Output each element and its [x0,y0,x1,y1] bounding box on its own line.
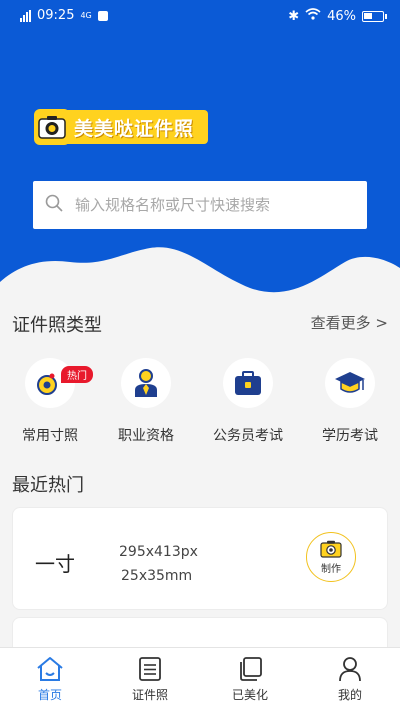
gallery-icon [240,657,262,681]
category-label: 公务员考试 [213,428,283,444]
status-bar: 09:25 4G ✱ 46% [0,0,400,32]
category-label: 学历考试 [322,428,378,444]
civil-service-icon [223,358,273,408]
tab-label: 证件照 [131,688,168,702]
category-civil-service[interactable]: 公务员考试 [198,356,298,445]
user-icon [339,657,361,682]
professional-icon [121,358,171,408]
spec-pixels: 295x413px [119,544,198,560]
view-more-link[interactable]: 查看更多 > [311,312,388,333]
home-icon [37,657,63,681]
category-professional[interactable]: 职业资格 [96,356,196,445]
category-label: 职业资格 [118,428,174,444]
recent-title: 最近热门 [12,475,84,496]
wifi-icon [305,8,321,24]
spec-mm: 25x35mm [121,568,193,584]
category-grid: 热门 常用寸照 职业资格 公务员考试 学历考试 [0,356,400,448]
battery-level [364,12,372,19]
status-time: 09:25 [37,8,75,23]
tab-label: 已美化 [231,688,268,702]
search-input[interactable] [75,196,335,214]
camera-icon [34,109,70,145]
tab-mine[interactable]: 我的 [300,648,400,711]
document-icon [139,657,161,681]
categories-title: 证件照类型 [12,315,102,336]
tab-label: 首页 [37,688,62,702]
tab-label: 我的 [337,688,362,702]
make-button-label: 制作 [321,563,341,575]
bluetooth-icon: ✱ [288,8,300,24]
tab-home[interactable]: 首页 [0,648,100,711]
common-size-icon: 热门 [25,358,93,408]
search-icon [45,194,63,216]
spec-name: 一寸 [35,552,75,576]
brand-name: 美美哒证件照 [62,110,209,144]
notification-icon [97,10,108,21]
category-graduation[interactable]: 学历考试 [300,356,400,445]
bottom-tab-bar: 首页 证件照 已美化 我的 [0,647,400,711]
signal-icon [20,9,31,22]
search-bar[interactable] [33,181,367,229]
spec-card[interactable]: 一寸 295x413px 25x35mm 制作 [12,507,388,610]
make-button[interactable]: 制作 [306,532,356,582]
tab-id-photo[interactable]: 证件照 [100,648,200,711]
graduation-cap-icon [325,358,375,408]
category-common-size[interactable]: 热门 常用寸照 [0,356,100,445]
tab-beautified[interactable]: 已美化 [200,648,300,711]
brand-logo: 美美哒证件照 [34,108,209,146]
battery-icon [362,10,387,22]
header-hero: 09:25 4G ✱ 46% 美美哒证件照 [0,0,400,300]
network-type: 4G [80,10,92,20]
battery-percent: 46% [327,8,356,24]
hot-badge: 热门 [61,366,93,383]
header-background [0,0,400,293]
camera-icon [320,540,342,558]
category-label: 常用寸照 [22,428,78,444]
